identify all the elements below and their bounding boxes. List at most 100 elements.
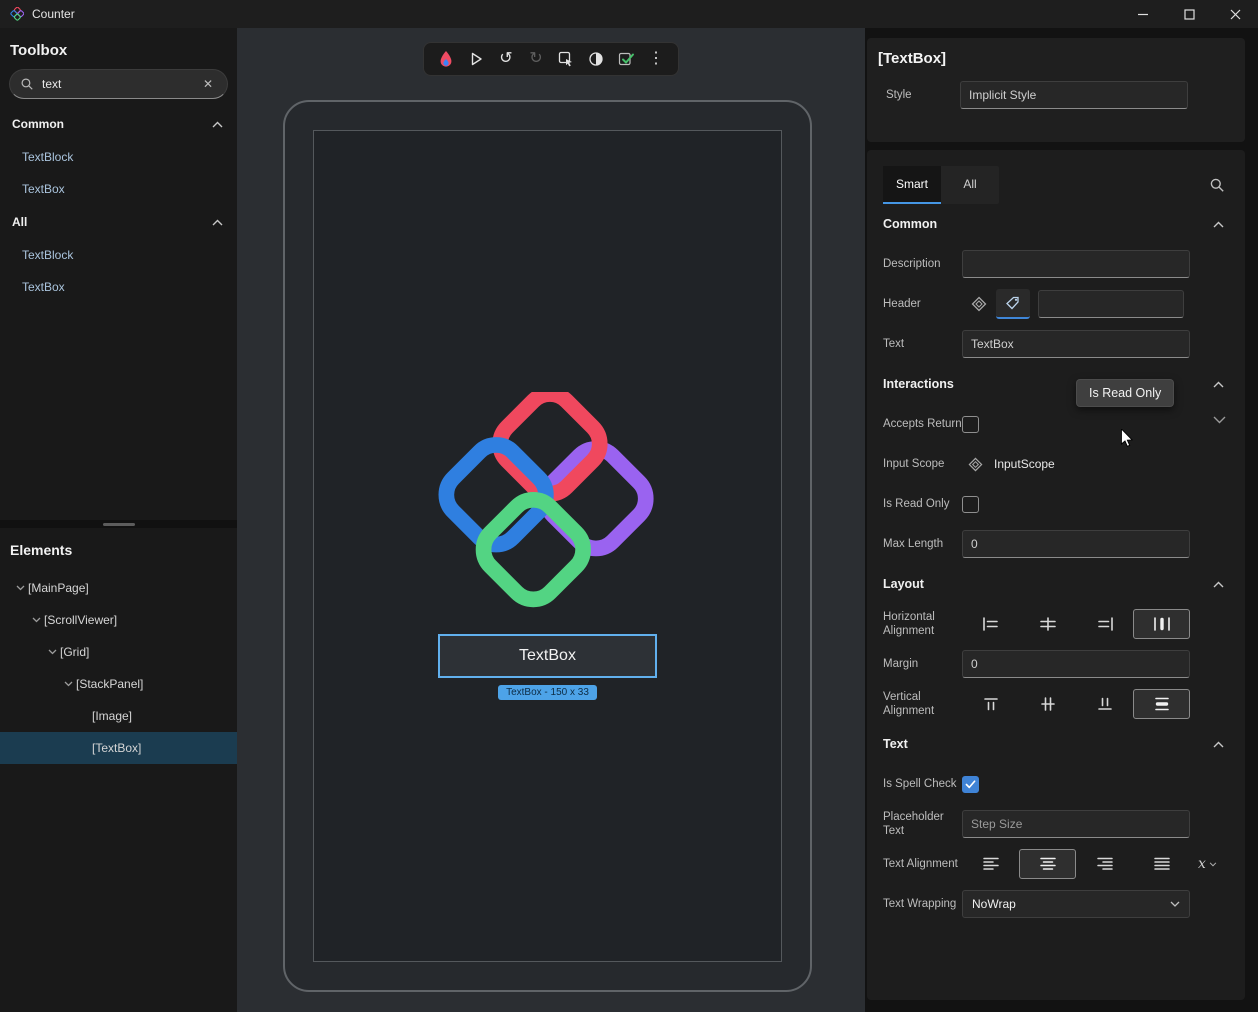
search-clear-button[interactable]: ✕	[199, 75, 217, 93]
margin-label: Margin	[883, 657, 962, 671]
play-icon	[468, 51, 484, 67]
binding-diamond-icon	[968, 457, 983, 472]
align-right-button[interactable]	[1076, 609, 1133, 639]
chevron-up-icon	[1213, 221, 1224, 228]
window-controls	[1120, 0, 1258, 28]
header-binding-button[interactable]	[962, 289, 996, 319]
property-inspector: [TextBox] Style Smart All Common Descrip…	[865, 28, 1258, 1012]
toolbox-search-input[interactable]	[42, 77, 199, 91]
text-align-justify-button[interactable]	[1133, 849, 1190, 879]
align-center-vertical-button[interactable]	[1019, 689, 1076, 719]
text-input[interactable]	[962, 330, 1190, 358]
align-stretch-horizontal-button[interactable]	[1133, 609, 1190, 639]
app-logo-image	[430, 392, 666, 622]
minimize-button[interactable]	[1120, 0, 1166, 28]
play-button[interactable]	[462, 45, 490, 73]
maximize-button[interactable]	[1166, 0, 1212, 28]
search-icon	[1209, 177, 1225, 193]
tree-item-grid[interactable]: [Grid]	[0, 636, 237, 668]
toolbox-section-all[interactable]: All	[0, 205, 237, 239]
align-left-icon	[981, 616, 1001, 632]
validate-button[interactable]	[612, 45, 640, 73]
chevron-up-icon	[212, 219, 223, 226]
align-top-button[interactable]	[962, 689, 1019, 719]
tree-item-image[interactable]: [Image]	[0, 700, 237, 732]
element-tree: [MainPage] [ScrollViewer] [Grid] [StackP…	[0, 572, 237, 764]
property-row-vertical-alignment: Vertical Alignment	[867, 684, 1245, 724]
text-align-center-icon	[1038, 856, 1058, 872]
align-stretch-vertical-button[interactable]	[1133, 689, 1190, 719]
property-row-is-read-only: Is Read Only	[867, 484, 1245, 524]
align-center-horizontal-icon	[1038, 616, 1058, 632]
margin-input[interactable]	[962, 650, 1190, 678]
text-wrapping-value: NoWrap	[972, 897, 1170, 911]
align-center-horizontal-button[interactable]	[1019, 609, 1076, 639]
undo-button[interactable]: ↺	[492, 45, 520, 73]
toolbox-item-textblock[interactable]: TextBlock	[0, 239, 237, 271]
toolbox-item-textbox[interactable]: TextBox	[0, 173, 237, 205]
accepts-return-checkbox[interactable]	[962, 416, 979, 433]
canvas-textbox-text: TextBox	[519, 647, 576, 665]
canvas-textbox-element[interactable]: TextBox	[438, 634, 657, 678]
is-spell-check-checkbox[interactable]	[962, 776, 979, 793]
style-input[interactable]	[960, 81, 1188, 109]
toolbox-item-textblock[interactable]: TextBlock	[0, 141, 237, 173]
tree-item-stackpanel[interactable]: [StackPanel]	[0, 668, 237, 700]
chevron-down-icon[interactable]	[44, 649, 60, 655]
section-text[interactable]: Text	[867, 724, 1245, 764]
vertical-alignment-group	[962, 689, 1190, 719]
toolbox-searchbox: ✕	[9, 69, 228, 99]
toolbox-section-common[interactable]: Common	[0, 107, 237, 141]
splitter-handle[interactable]	[103, 523, 135, 526]
placeholder-text-input[interactable]	[962, 810, 1190, 838]
text-align-justify-icon	[1152, 856, 1172, 872]
header-input[interactable]	[1038, 290, 1184, 318]
tree-item-scrollviewer[interactable]: [ScrollViewer]	[0, 604, 237, 636]
description-input[interactable]	[962, 250, 1190, 278]
section-label: Text	[883, 737, 908, 751]
header-tag-button[interactable]	[996, 289, 1030, 319]
section-interactions[interactable]: Interactions	[867, 364, 1245, 404]
toolbox-item-textbox[interactable]: TextBox	[0, 271, 237, 303]
validate-check-icon	[618, 51, 635, 67]
chevron-down-icon[interactable]	[28, 617, 44, 623]
property-row-header: Header	[867, 284, 1245, 324]
tab-smart[interactable]: Smart	[883, 166, 941, 204]
scroll-down-button[interactable]	[1213, 416, 1226, 424]
tree-item-label: [ScrollViewer]	[44, 613, 117, 627]
text-wrapping-dropdown[interactable]: NoWrap	[962, 890, 1190, 918]
section-common[interactable]: Common	[867, 204, 1245, 244]
section-layout[interactable]: Layout	[867, 564, 1245, 604]
tree-item-mainpage[interactable]: [MainPage]	[0, 572, 237, 604]
sidebar-splitter[interactable]	[0, 520, 237, 528]
is-read-only-checkbox[interactable]	[962, 496, 979, 513]
close-button[interactable]	[1212, 0, 1258, 28]
property-search-button[interactable]	[1205, 173, 1229, 197]
text-align-right-button[interactable]	[1076, 849, 1133, 879]
design-canvas: ↺ ↻ ⋮	[237, 28, 865, 1012]
more-options-button[interactable]: ⋮	[642, 45, 670, 73]
align-top-icon	[981, 696, 1001, 712]
tree-item-label: [StackPanel]	[76, 677, 143, 691]
horizontal-alignment-label: Horizontal Alignment	[883, 610, 962, 639]
redo-button[interactable]: ↻	[522, 45, 550, 73]
max-length-input[interactable]	[962, 530, 1190, 558]
text-align-center-button[interactable]	[1019, 849, 1076, 879]
tab-all[interactable]: All	[941, 166, 999, 204]
hot-reload-flame-button[interactable]	[432, 45, 460, 73]
property-row-description: Description	[867, 244, 1245, 284]
chevron-down-icon[interactable]	[60, 681, 76, 687]
tree-item-textbox[interactable]: [TextBox]	[0, 732, 237, 764]
input-scope-binding-button[interactable]	[962, 449, 988, 479]
property-row-accepts-return: Accepts Return	[867, 404, 1245, 444]
chevron-down-icon[interactable]	[12, 585, 28, 591]
element-inspector-button[interactable]	[552, 45, 580, 73]
align-left-button[interactable]	[962, 609, 1019, 639]
text-alignment-variable-dropdown[interactable]: x	[1198, 856, 1217, 872]
input-scope-value[interactable]: InputScope	[994, 457, 1055, 471]
align-bottom-icon	[1095, 696, 1115, 712]
align-bottom-button[interactable]	[1076, 689, 1133, 719]
theme-toggle-button[interactable]	[582, 45, 610, 73]
text-align-left-button[interactable]	[962, 849, 1019, 879]
tag-icon	[1005, 295, 1021, 311]
